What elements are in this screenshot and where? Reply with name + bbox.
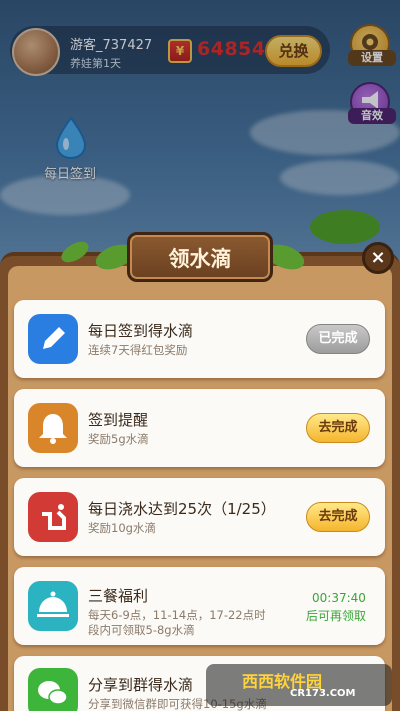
close-button[interactable]: × xyxy=(362,242,394,274)
meal-cover-icon xyxy=(28,581,78,631)
watermark-subtext: CR173.COM xyxy=(290,688,356,699)
task-title: 分享到群得水滴 xyxy=(88,676,194,694)
task-go-button[interactable]: 去完成 xyxy=(306,502,370,532)
task-subtitle-line1: 每天6-9点，11-14点，17-22点时 xyxy=(88,608,266,622)
task-title: 每日签到得水滴 xyxy=(88,322,194,340)
task-title: 签到提醒 xyxy=(88,411,149,429)
task-card: 每日签到得水滴 连续7天得红包奖励 已完成 xyxy=(14,300,385,378)
task-subtitle-line2: 段内可领取5-8g水滴 xyxy=(88,623,195,637)
pencil-icon-glyph xyxy=(43,327,65,349)
task-card: 三餐福利 每天6-9点，11-14点，17-22点时 段内可领取5-8g水滴 0… xyxy=(14,567,385,645)
task-card: 签到提醒 奖励5g水滴 去完成 xyxy=(14,389,385,467)
panel-title: 领水滴 xyxy=(168,247,232,271)
wechat-icon xyxy=(28,668,78,711)
task-completed-button[interactable]: 已完成 xyxy=(306,324,370,354)
task-subtitle: 奖励10g水滴 xyxy=(88,521,156,535)
task-title: 每日浇水达到25次（1/25） xyxy=(88,500,276,518)
task-subtitle: 连续7天得红包奖励 xyxy=(88,343,188,357)
watering-icon-glyph xyxy=(42,504,66,530)
meal-cover-icon-glyph xyxy=(37,591,69,617)
task-title: 三餐福利 xyxy=(88,587,149,605)
watering-icon xyxy=(28,492,78,542)
vine-leaf xyxy=(310,210,380,244)
bell-icon-glyph xyxy=(39,414,67,444)
task-card: 每日浇水达到25次（1/25） 奖励10g水滴 去完成 xyxy=(14,478,385,556)
countdown-note: 后可再领取 xyxy=(306,609,367,623)
task-go-button[interactable]: 去完成 xyxy=(306,413,370,443)
bell-icon xyxy=(28,403,78,453)
pencil-icon xyxy=(28,314,78,364)
wechat-icon-glyph xyxy=(38,681,68,705)
countdown-timer: 00:37:40 xyxy=(312,591,366,605)
task-subtitle: 奖励5g水滴 xyxy=(88,432,149,446)
